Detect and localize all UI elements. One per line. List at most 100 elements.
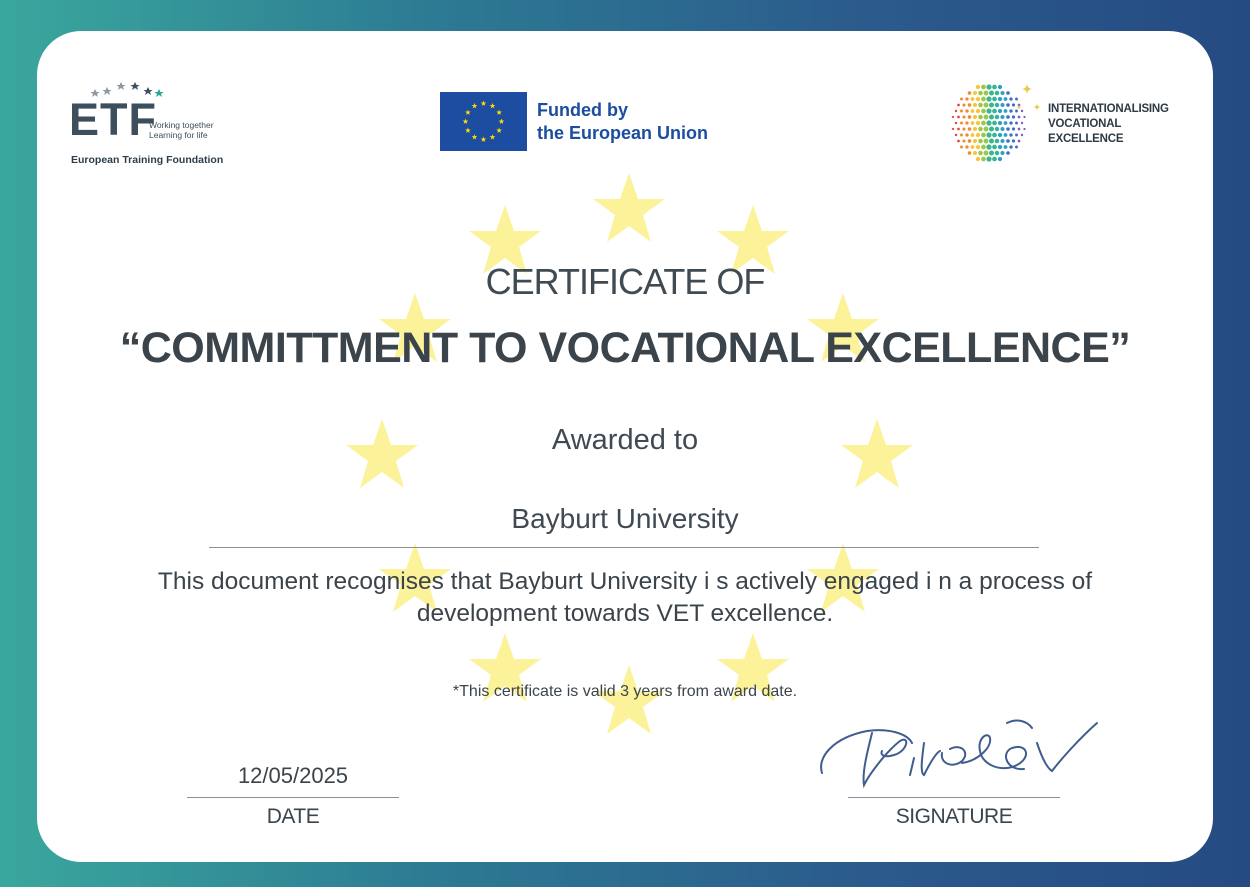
ive-globe-dot	[983, 138, 989, 144]
ive-globe-dot	[972, 102, 978, 108]
ive-globe-dot	[994, 126, 1000, 132]
ive-globe-dot	[981, 96, 986, 102]
ive-globe-dot	[1011, 127, 1016, 131]
etf-logo-wordmark: ETF	[69, 94, 157, 145]
ive-globe-dot	[1015, 121, 1018, 125]
ive-globe-dot	[986, 96, 992, 102]
ive-globe-dot	[997, 84, 1003, 90]
ive-globe-dot	[1000, 90, 1005, 96]
ive-globe-dot	[1015, 97, 1018, 101]
ive-globe-dot	[962, 127, 966, 131]
certificate-description: This document recognises that Bayburt Un…	[157, 568, 1093, 627]
ive-globe-dot	[967, 91, 972, 95]
ive-globe-dot	[1023, 115, 1026, 119]
ive-globe-dot	[1020, 121, 1024, 125]
ive-globe-dot	[989, 138, 994, 144]
ive-globe-dot	[967, 127, 972, 131]
ive-globe-dot	[989, 102, 994, 108]
ive-globe-dot	[1009, 97, 1013, 101]
ive-globe-dot	[1017, 127, 1021, 131]
ive-globe-dot	[992, 132, 997, 138]
ive-globe-dot	[981, 156, 986, 162]
ive-globe-dot	[954, 133, 958, 137]
ive-globe-dot	[981, 132, 986, 138]
handwritten-signature	[820, 719, 1098, 789]
ive-globe-dot	[986, 132, 992, 138]
ive-globe-dot	[1015, 133, 1018, 137]
ive-globe-dot	[992, 144, 997, 150]
ive-globe-dot	[957, 115, 960, 119]
ive-globe-dot	[957, 103, 960, 107]
ive-globe-dot	[960, 133, 963, 137]
ive-globe-dot	[1003, 133, 1008, 137]
ive-globe-dot	[986, 108, 992, 114]
ive-globe-dot	[1023, 127, 1026, 131]
ive-globe-dot	[1000, 126, 1005, 132]
ive-globe-dot	[997, 132, 1003, 138]
ive-globe-dot	[1003, 121, 1008, 125]
ive-sparkle-icon	[1033, 103, 1041, 111]
ive-globe-dot	[1006, 127, 1010, 131]
ive-globe-dot	[1003, 97, 1008, 101]
ive-globe-dot	[997, 120, 1003, 126]
eu-funding-line-2: the European Union	[537, 123, 708, 143]
ive-globe-dot	[960, 97, 963, 101]
ive-globe-dot	[970, 109, 975, 113]
ive-globe-dot	[957, 139, 960, 143]
ive-globe-dot	[975, 96, 981, 102]
ive-globe-dot	[994, 138, 1000, 144]
ive-globe-dot	[962, 139, 966, 143]
eu-flag-icon	[440, 92, 527, 151]
ive-globe-dot	[1003, 145, 1008, 149]
ive-globe-dot	[960, 145, 963, 149]
ive-globe-dot	[978, 138, 983, 144]
etf-tagline-line-2: Learning for life	[149, 130, 208, 140]
ive-globe-dot	[951, 115, 955, 119]
ive-globe-dot	[970, 145, 975, 149]
ive-globe-dot	[954, 121, 958, 125]
eu-funding-line-1: Funded by	[537, 100, 628, 120]
ive-globe-dot	[972, 126, 978, 132]
ive-globe-dot	[972, 90, 978, 96]
ive-globe-dot	[1011, 115, 1016, 119]
validity-note: *This certificate is valid 3 years from …	[452, 683, 798, 700]
ive-globe-dot	[975, 84, 981, 90]
ive-globe-dot	[960, 121, 963, 125]
ive-logo-text: INTERNATIONALISING VOCATIONAL EXCELLENCE	[1048, 102, 1169, 147]
ive-globe-dot	[972, 138, 978, 144]
ive-globe-dot	[972, 150, 978, 156]
ive-globe-dot	[989, 150, 994, 156]
ive-globe-dot	[994, 114, 1000, 120]
ive-globe-dot	[967, 115, 972, 119]
ive-globe-dot	[978, 102, 983, 108]
certificate-subject: “COMMITTMENT TO VOCATIONAL EXCELLENCE”	[119, 324, 1131, 372]
ive-globe-dot	[960, 109, 963, 113]
ive-globe-dot	[992, 96, 997, 102]
ive-globe-dot	[997, 156, 1003, 162]
ive-globe-dot	[967, 151, 972, 155]
ive-line-3: EXCELLENCE	[1048, 133, 1124, 145]
ive-globe-dot	[965, 97, 969, 101]
ive-globe-dot	[994, 102, 1000, 108]
ive-globe-dot	[989, 114, 994, 120]
ive-globe-dot	[986, 84, 992, 90]
ive-globe-dot	[965, 109, 969, 113]
ive-line-1: INTERNATIONALISING	[1048, 103, 1169, 115]
ive-globe-dot	[983, 150, 989, 156]
ive-sparkle-icon	[1021, 83, 1033, 95]
ive-globe-dot	[957, 127, 960, 131]
ive-globe-dot	[992, 84, 997, 90]
ive-globe-dot	[1020, 133, 1024, 137]
ive-globe-dot	[1015, 145, 1018, 149]
signature-label: SIGNATURE	[895, 805, 1013, 828]
date-label: DATE	[266, 805, 320, 828]
ive-globe-dot	[965, 145, 969, 149]
ive-globe-dot	[967, 103, 972, 107]
ive-globe-dot	[1009, 121, 1013, 125]
ive-globe-dot	[978, 114, 983, 120]
ive-globe-dot	[983, 114, 989, 120]
ive-globe-dot	[992, 156, 997, 162]
ive-globe-dot	[1009, 109, 1013, 113]
ive-globe-dot	[994, 90, 1000, 96]
ive-globe-dot	[986, 156, 992, 162]
